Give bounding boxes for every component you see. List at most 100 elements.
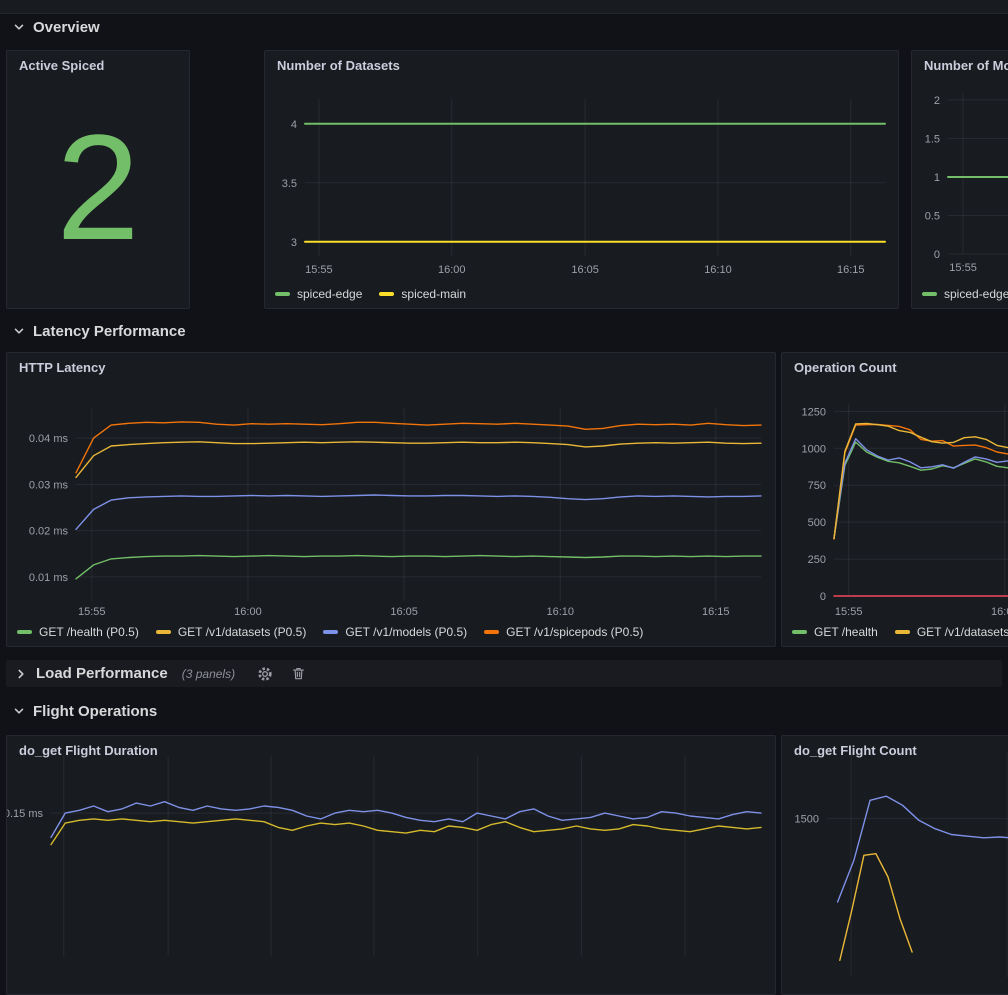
section-title: Flight Operations: [33, 703, 157, 720]
section-header-flight-operations[interactable]: Flight Operations: [13, 701, 157, 721]
section-title: Overview: [33, 19, 100, 36]
legend-color-chip: [17, 630, 32, 634]
legend-color-chip: [922, 292, 937, 296]
legend-item[interactable]: spiced-edge: [922, 287, 1008, 301]
svg-text:1: 1: [934, 172, 940, 184]
chart-svg: 1500: [782, 736, 1008, 994]
chart-canvas-datasets[interactable]: 15:5516:0016:0516:1016:1543.53spiced-edg…: [265, 51, 898, 308]
panel-title[interactable]: Number of Datasets: [277, 58, 400, 73]
legend-label: GET /v1/datasets (P0.5): [178, 625, 307, 639]
legend-item[interactable]: GET /v1/datasets (P0.5): [156, 625, 307, 639]
legend-color-chip: [156, 630, 171, 634]
legend-item[interactable]: GET /v1/spicepods (P0.5): [484, 625, 643, 639]
legend-label: spiced-edge: [297, 287, 362, 301]
panel-title[interactable]: do_get Flight Count: [794, 743, 917, 758]
svg-text:1250: 1250: [802, 406, 826, 418]
panel-http-latency: HTTP Latency 15:55 16:00 16:05 16:10 16:15 0.…: [6, 352, 776, 647]
svg-text:16:15: 16:15: [837, 264, 865, 276]
chart-canvas-http-latency[interactable]: 15:55 16:00 16:05 16:10 16:15 0.04 ms 0.03 ms 0…: [7, 353, 775, 646]
legend-item[interactable]: GET /v1/models (P0.5): [323, 625, 467, 639]
chart-svg: 15:5516:0016:0516:1016:1543.53: [265, 51, 898, 308]
panel-title[interactable]: Active Spiced: [19, 58, 104, 73]
legend-color-chip: [323, 630, 338, 634]
chevron-right-icon: [15, 668, 27, 680]
panel-count-label: (3 panels): [182, 667, 235, 681]
trash-icon[interactable]: [291, 666, 306, 681]
svg-text:15:55: 15:55: [835, 606, 863, 618]
chevron-down-icon: [13, 325, 25, 337]
chart-legend: GET /health GET /v1/datasets: [792, 625, 1008, 639]
chart-canvas-models[interactable]: 15:55 2 1.5 1 0.5 0 spiced-edge: [912, 51, 1008, 308]
chevron-down-icon: [13, 705, 25, 717]
legend-label: GET /v1/spicepods (P0.5): [506, 625, 643, 639]
panel-title[interactable]: HTTP Latency: [19, 360, 105, 375]
legend-item[interactable]: GET /health (P0.5): [17, 625, 139, 639]
legend-item[interactable]: spiced-main: [379, 287, 466, 301]
svg-text:3: 3: [291, 237, 297, 249]
chart-svg: 15:5516:0016:0516:1016:15125010007505002…: [782, 353, 1008, 646]
panel-title[interactable]: do_get Flight Duration: [19, 743, 158, 758]
chart-legend: spiced-edge spiced-main: [275, 287, 466, 301]
svg-text:0.5: 0.5: [925, 210, 940, 222]
legend-color-chip: [484, 630, 499, 634]
chart-canvas-operation-count[interactable]: 15:5516:0016:0516:1016:15125010007505002…: [782, 353, 1008, 646]
chart-legend: spiced-edge: [922, 287, 1008, 301]
legend-label: spiced-edge: [944, 287, 1008, 301]
svg-text:0.03 ms: 0.03 ms: [29, 479, 69, 491]
legend-item[interactable]: spiced-edge: [275, 287, 362, 301]
svg-text:0.15 ms: 0.15 ms: [7, 808, 43, 820]
svg-text:250: 250: [808, 554, 826, 566]
section-header-load-performance[interactable]: Load Performance (3 panels): [6, 660, 1002, 687]
legend-label: GET /health: [814, 625, 878, 639]
legend-color-chip: [895, 630, 910, 634]
svg-text:2: 2: [934, 95, 940, 107]
chart-svg: 0.15 ms: [7, 736, 775, 994]
legend-item[interactable]: GET /v1/datasets: [895, 625, 1008, 639]
svg-text:1000: 1000: [802, 443, 826, 455]
svg-text:16:00: 16:00: [438, 264, 466, 276]
section-header-overview[interactable]: Overview: [13, 17, 100, 37]
svg-text:500: 500: [808, 517, 826, 529]
svg-text:15:55: 15:55: [78, 606, 106, 618]
svg-text:16:05: 16:05: [390, 606, 418, 618]
legend-label: GET /v1/models (P0.5): [345, 625, 467, 639]
svg-text:3.5: 3.5: [282, 178, 297, 190]
svg-text:16:00: 16:00: [991, 606, 1008, 618]
svg-text:0.04 ms: 0.04 ms: [29, 433, 69, 445]
svg-text:16:10: 16:10: [547, 606, 575, 618]
chevron-down-icon: [13, 21, 25, 33]
svg-text:16:15: 16:15: [702, 606, 730, 618]
section-title: Latency Performance: [33, 323, 186, 340]
chart-legend: GET /health (P0.5) GET /v1/datasets (P0.5…: [17, 625, 643, 639]
legend-label: GET /v1/datasets: [917, 625, 1008, 639]
svg-text:1.5: 1.5: [925, 133, 940, 145]
svg-text:16:10: 16:10: [704, 264, 732, 276]
panel-active-spiced: Active Spiced 2: [6, 50, 190, 309]
panel-number-of-datasets: Number of Datasets 15:5516:0016:0516:101…: [264, 50, 899, 309]
legend-label: spiced-main: [401, 287, 466, 301]
svg-text:16:00: 16:00: [234, 606, 262, 618]
svg-text:1500: 1500: [795, 814, 819, 826]
svg-text:0.02 ms: 0.02 ms: [29, 526, 69, 538]
panel-number-of-models: Number of Models 15:55 2 1.5 1 0.5 0 spiced-ed…: [911, 50, 1008, 309]
gear-icon[interactable]: [257, 666, 273, 682]
section-title: Load Performance: [36, 665, 168, 682]
chart-canvas-flight-duration[interactable]: 0.15 ms: [7, 736, 775, 994]
panel-title[interactable]: Operation Count: [794, 360, 897, 375]
panel-title[interactable]: Number of Models: [924, 58, 1008, 73]
legend-color-chip: [792, 630, 807, 634]
chart-canvas-flight-count[interactable]: 1500: [782, 736, 1008, 994]
legend-label: GET /health (P0.5): [39, 625, 139, 639]
legend-color-chip: [379, 292, 394, 296]
panel-do-get-flight-duration: do_get Flight Duration 0.15 ms: [6, 735, 776, 995]
legend-color-chip: [275, 292, 290, 296]
svg-text:4: 4: [291, 119, 297, 131]
top-edge-bar: [0, 0, 1008, 14]
legend-item[interactable]: GET /health: [792, 625, 878, 639]
svg-text:15:55: 15:55: [949, 262, 977, 274]
svg-text:15:55: 15:55: [305, 264, 333, 276]
section-header-latency-performance[interactable]: Latency Performance: [13, 321, 186, 341]
svg-text:0: 0: [934, 249, 940, 261]
svg-text:750: 750: [808, 480, 826, 492]
panel-do-get-flight-count: do_get Flight Count 1500: [781, 735, 1008, 995]
